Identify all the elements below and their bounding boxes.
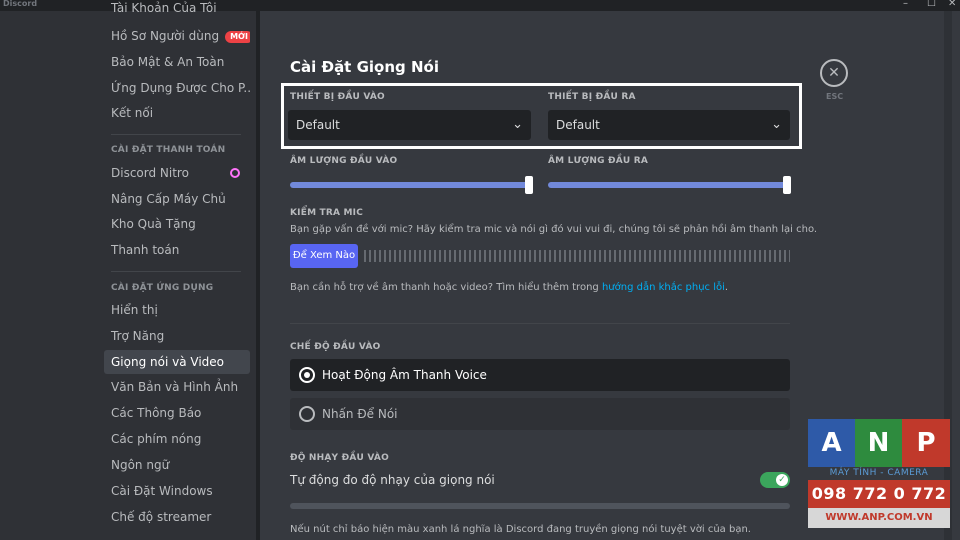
logo-letter-n: N [855,419,902,467]
check-icon: ✓ [776,474,788,486]
input-mode-label: CHẾ ĐỘ ĐẦU VÀO [290,342,381,352]
nitro-icon [230,168,240,178]
troubleshooting-link[interactable]: hướng dẫn khắc phục lỗi [602,282,725,293]
watermark-website: WWW.ANP.COM.VN [808,508,950,528]
lets-check-button[interactable]: Để Xem Nào [290,244,358,268]
sidebar-item-voice-video[interactable]: Giọng nói và Video [104,350,250,374]
watermark-phone: 098 772 0 772 [808,480,950,508]
input-device-label: THIẾT BỊ ĐẦU VÀO [290,92,385,102]
sidebar-item-appearance[interactable]: Hiển thị [104,298,250,322]
mic-test-description: Bạn gặp vấn đề với mic? Hãy kiểm tra mic… [290,224,818,235]
auto-sensitivity-toggle[interactable]: ✓ [760,472,790,488]
sidebar-item-authorized-apps[interactable]: Ứng Dụng Được Cho P... [104,76,250,100]
sidebar-item-keybinds[interactable]: Các phím nóng [104,427,250,451]
output-device-select[interactable]: Default ⌄ [548,110,790,140]
maximize-button[interactable]: ☐ [927,0,936,9]
logo-letter-a: A [808,419,855,467]
watermark-tagline: MÁY TÍNH - CAMERA [829,468,929,478]
sidebar-item-my-account[interactable]: Tài Khoản Của Tôi [104,0,250,18]
sidebar-item-privacy-safety[interactable]: Bảo Mật & An Toàn [104,50,250,74]
chevron-down-icon: ⌄ [771,117,782,132]
sidebar-item-user-profile[interactable]: Hồ Sơ Người dùng MỚI [104,24,250,48]
close-settings-button[interactable]: ✕ [820,59,848,87]
output-volume-handle[interactable] [783,176,791,194]
help-text: Bạn cần hỗ trợ về âm thanh hoặc video? T… [290,282,729,293]
radio-voice-activity[interactable]: Hoạt Động Âm Thanh Voice [290,359,790,391]
input-device-select[interactable]: Default ⌄ [288,110,531,140]
radio-unchecked-icon [299,406,315,422]
sidebar-item-language[interactable]: Ngôn ngữ [104,453,250,477]
section-divider [290,323,790,324]
sidebar-item-gift-inventory[interactable]: Kho Quà Tặng [104,212,250,236]
sensitivity-note: Nếu nút chỉ báo hiện màu xanh lá nghĩa l… [290,524,751,535]
app-name: Discord [3,0,38,8]
mic-test-label: KIỂM TRA MIC [290,208,364,218]
sidebar-item-server-boost[interactable]: Nâng Cấp Máy Chủ [104,187,250,211]
page-title: Cài Đặt Giọng Nói [290,58,439,76]
logo-letter-p: P [902,419,950,467]
chevron-down-icon: ⌄ [512,117,523,132]
new-badge: MỚI [225,30,250,43]
sidebar-item-discord-nitro[interactable]: Discord Nitro [104,161,250,185]
input-volume-track[interactable] [290,182,530,188]
output-volume-track[interactable] [548,182,788,188]
close-window-button[interactable]: ✕ [948,0,956,9]
minimize-button[interactable]: – [903,0,908,9]
app-settings-header: CÀI ĐẶT ỨNG DỤNG [111,283,214,293]
sidebar-divider [111,271,241,272]
mic-level-meter [364,250,790,262]
sidebar-item-notifications[interactable]: Các Thông Báo [104,401,250,425]
esc-label: ESC [826,92,844,101]
sidebar-item-accessibility[interactable]: Trợ Năng [104,324,250,348]
sidebar-item-billing[interactable]: Thanh toán [104,238,250,262]
sidebar-item-streamer-mode[interactable]: Chế độ streamer [104,505,250,529]
input-volume-label: ÂM LƯỢNG ĐẦU VÀO [290,156,398,166]
sidebar-item-text-images[interactable]: Văn Bản và Hình Ảnh [104,375,250,399]
sidebar-item-windows-settings[interactable]: Cài Đặt Windows [104,479,250,503]
radio-checked-icon [299,367,315,383]
sidebar-item-connections[interactable]: Kết nối [104,101,250,125]
anp-logo: A N P [808,419,950,467]
output-volume-label: ÂM LƯỢNG ĐẦU RA [548,156,649,166]
output-device-label: THIẾT BỊ ĐẦU RA [548,92,636,102]
billing-settings-header: CÀI ĐẶT THANH TOÁN [111,145,226,155]
sensitivity-bar [290,503,790,509]
sidebar-divider [111,134,241,135]
input-sensitivity-label: ĐỘ NHẠY ĐẦU VÀO [290,453,389,463]
radio-push-to-talk[interactable]: Nhấn Để Nói [290,398,790,430]
input-volume-handle[interactable] [525,176,533,194]
auto-sensitivity-label: Tự động đo độ nhạy của giọng nói [290,473,495,487]
